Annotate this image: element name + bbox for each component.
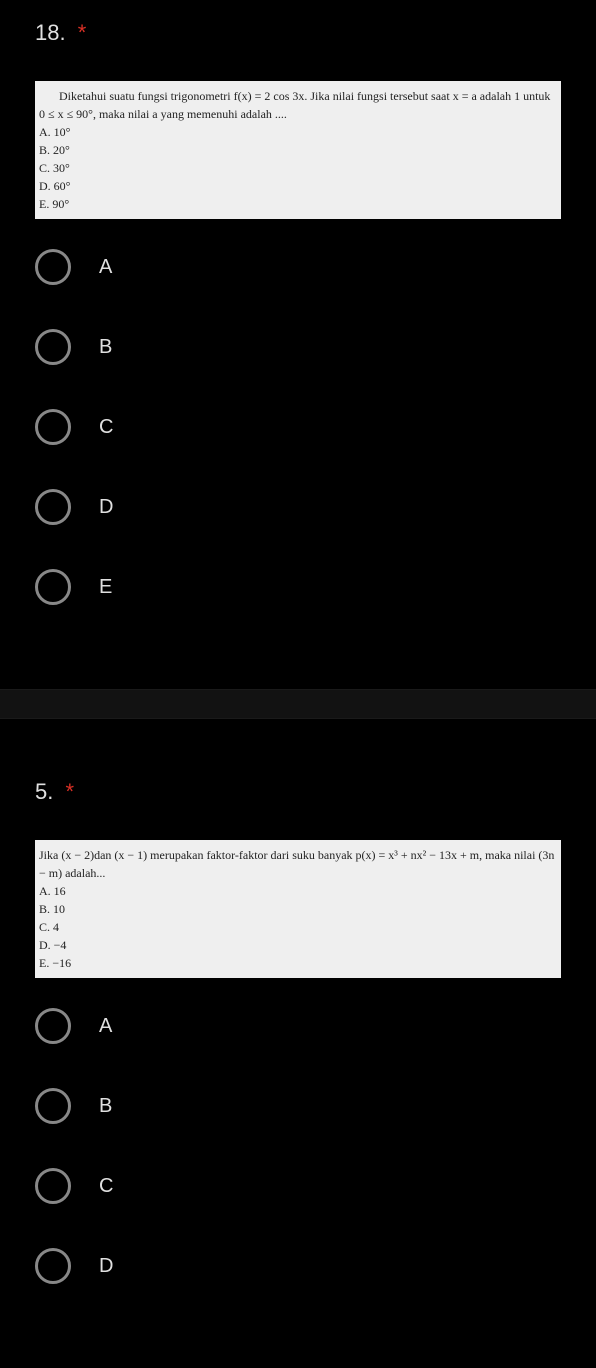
radio-icon — [35, 1168, 71, 1204]
problem-choice-b: B. 20° — [39, 141, 557, 159]
question-card-18: 18. * Diketahui suatu fungsi trigonometr… — [0, 0, 596, 689]
option-c[interactable]: C — [35, 409, 561, 445]
option-label: B — [99, 1095, 112, 1118]
problem-image-18: Diketahui suatu fungsi trigonometri f(x)… — [35, 81, 561, 219]
question-number-text: 18. — [35, 20, 66, 45]
option-label: A — [99, 1015, 112, 1038]
option-c[interactable]: C — [35, 1168, 561, 1204]
card-divider — [0, 689, 596, 719]
option-d[interactable]: D — [35, 489, 561, 525]
option-label: D — [99, 496, 113, 519]
option-b[interactable]: B — [35, 329, 561, 365]
problem-choice-a: A. 16 — [39, 882, 557, 900]
problem-prompt: Diketahui suatu fungsi trigonometri f(x)… — [39, 87, 557, 123]
required-mark: * — [65, 779, 74, 804]
option-label: B — [99, 336, 112, 359]
radio-icon — [35, 569, 71, 605]
radio-icon — [35, 1248, 71, 1284]
problem-choice-e: E. 90° — [39, 195, 557, 213]
option-label: A — [99, 256, 112, 279]
option-label: D — [99, 1255, 113, 1278]
radio-icon — [35, 1008, 71, 1044]
option-d[interactable]: D — [35, 1248, 561, 1284]
problem-image-5: Jika (x − 2)dan (x − 1) merupakan faktor… — [35, 840, 561, 978]
option-b[interactable]: B — [35, 1088, 561, 1124]
problem-choice-d: D. −4 — [39, 936, 557, 954]
option-label: C — [99, 1175, 113, 1198]
option-label: C — [99, 416, 113, 439]
option-a[interactable]: A — [35, 1008, 561, 1044]
radio-icon — [35, 329, 71, 365]
question-number: 5. * — [0, 759, 596, 805]
problem-choice-e: E. −16 — [39, 954, 557, 972]
question-number-text: 5. — [35, 779, 53, 804]
option-label: E — [99, 576, 112, 599]
required-mark: * — [78, 20, 87, 45]
option-e[interactable]: E — [35, 569, 561, 605]
problem-prompt: Jika (x − 2)dan (x − 1) merupakan faktor… — [39, 846, 557, 882]
question-card-5: 5. * Jika (x − 2)dan (x − 1) merupakan f… — [0, 759, 596, 1368]
options-group-18: A B C D E — [0, 239, 596, 605]
options-group-5: A B C D — [0, 998, 596, 1284]
option-a[interactable]: A — [35, 249, 561, 285]
radio-icon — [35, 489, 71, 525]
problem-choice-c: C. 30° — [39, 159, 557, 177]
problem-choice-b: B. 10 — [39, 900, 557, 918]
problem-choice-d: D. 60° — [39, 177, 557, 195]
radio-icon — [35, 409, 71, 445]
problem-choice-c: C. 4 — [39, 918, 557, 936]
radio-icon — [35, 249, 71, 285]
question-number: 18. * — [0, 0, 596, 46]
radio-icon — [35, 1088, 71, 1124]
problem-choice-a: A. 10° — [39, 123, 557, 141]
